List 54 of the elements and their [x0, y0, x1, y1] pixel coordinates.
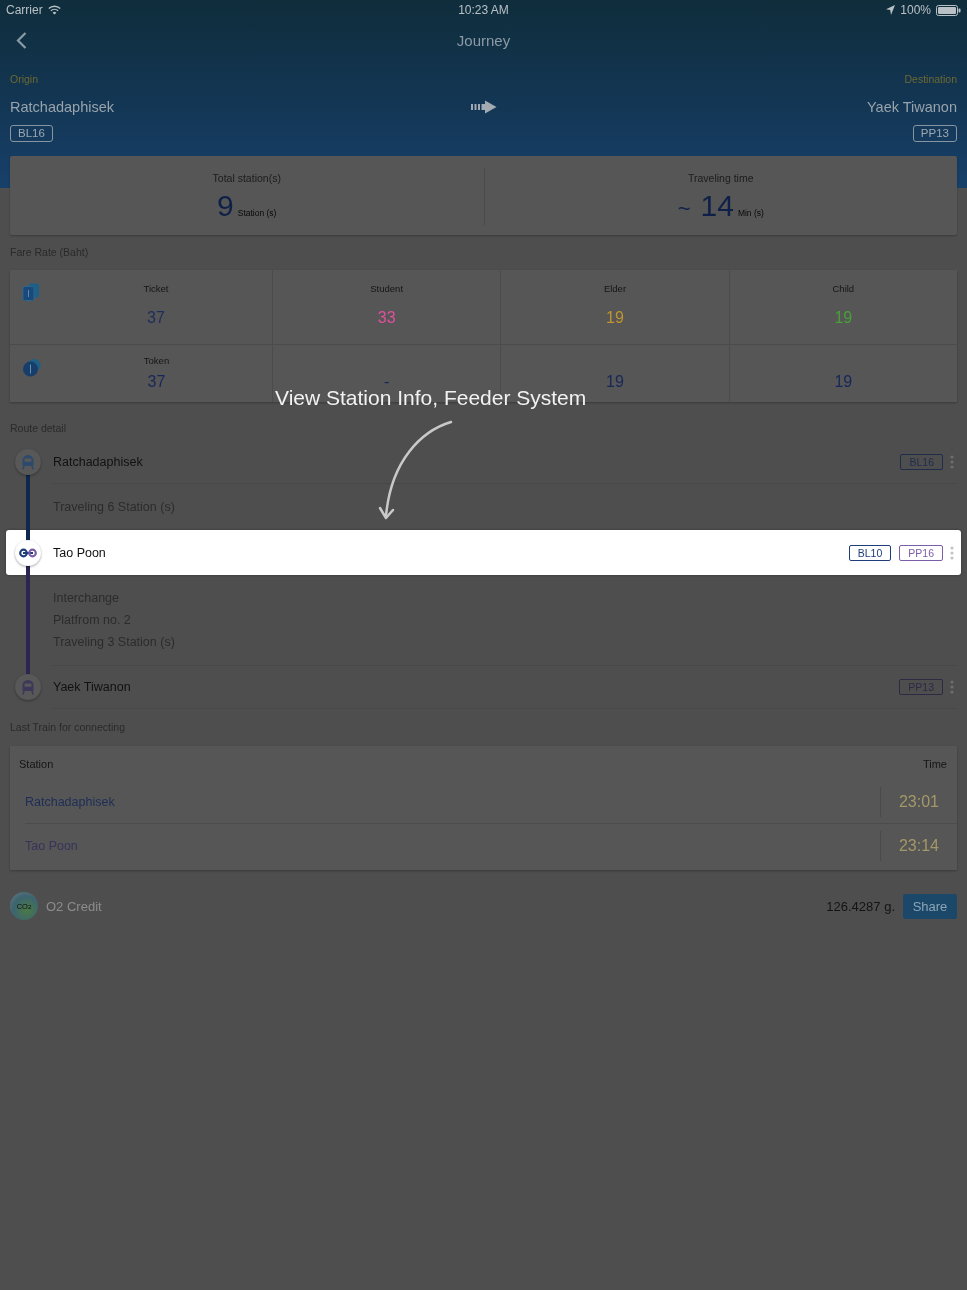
- wifi-icon: [47, 5, 61, 15]
- fare-value: 19: [834, 373, 853, 391]
- time-cell: 23:01: [880, 787, 957, 817]
- back-icon[interactable]: [16, 31, 27, 49]
- station-name: Tao Poon: [53, 545, 106, 560]
- fare-value: 19: [606, 309, 624, 327]
- train-icon: [15, 674, 41, 700]
- arrow-right-icon: [470, 100, 497, 114]
- fare-type-label: Token: [143, 355, 170, 367]
- fare-value: 33: [377, 309, 396, 327]
- fare-value: 19: [834, 309, 853, 327]
- time-cell: 23:14: [880, 831, 957, 861]
- origin-station: Ratchadaphisek: [10, 98, 114, 116]
- fare-value: 37: [147, 309, 165, 327]
- destination-label: Destination: [904, 72, 957, 86]
- fare-type-label: Elder: [603, 283, 627, 295]
- screen-title: Journey: [456, 31, 511, 49]
- fare-value: 37: [147, 373, 166, 391]
- line-code: BL10: [848, 544, 892, 561]
- ticket-icon: [22, 283, 40, 301]
- line-code: PP13: [912, 125, 957, 142]
- line-code: BL16: [10, 125, 53, 142]
- credit-amount: 126.4287 g.: [826, 898, 895, 914]
- credit-label: O2 Credit: [46, 898, 102, 914]
- summary-unit: Min (s): [737, 208, 764, 218]
- fare-type-label: Ticket: [143, 283, 169, 295]
- summary-value: 14: [700, 190, 734, 222]
- fare-value: 19: [606, 373, 624, 391]
- share-button[interactable]: Share: [903, 893, 957, 919]
- origin-label: Origin: [10, 72, 38, 86]
- carrier-label: Carrier: [6, 3, 43, 17]
- station-cell: Ratchadaphisek: [25, 795, 115, 809]
- destination-station: Yaek Tiwanon: [867, 98, 957, 116]
- summary-unit: Station (s): [237, 208, 277, 218]
- battery-icon: [936, 4, 961, 16]
- column-header: Time: [922, 757, 947, 772]
- location-arrow-icon: [886, 5, 896, 15]
- station-row[interactable]: Tao Poon BL10 PP16: [6, 530, 961, 575]
- more-icon[interactable]: [950, 454, 954, 469]
- coin-icon: [22, 358, 41, 377]
- summary-value: 9: [217, 190, 234, 222]
- train-icon: [15, 449, 41, 475]
- more-icon[interactable]: [950, 545, 954, 560]
- approx-sign: ~: [677, 195, 691, 223]
- status-time: 10:23 AM: [458, 3, 509, 17]
- battery-percent: 100%: [900, 3, 931, 17]
- column-header: Station: [19, 757, 54, 772]
- station-name: Yaek Tiwanon: [53, 680, 131, 694]
- station-name: Ratchadaphisek: [53, 454, 143, 469]
- fare-type-label: Child: [832, 283, 855, 295]
- summary-label: Traveling time: [687, 172, 754, 185]
- line-code: PP16: [899, 544, 943, 561]
- fare-type-label: Student: [370, 283, 404, 295]
- more-icon[interactable]: [950, 680, 954, 694]
